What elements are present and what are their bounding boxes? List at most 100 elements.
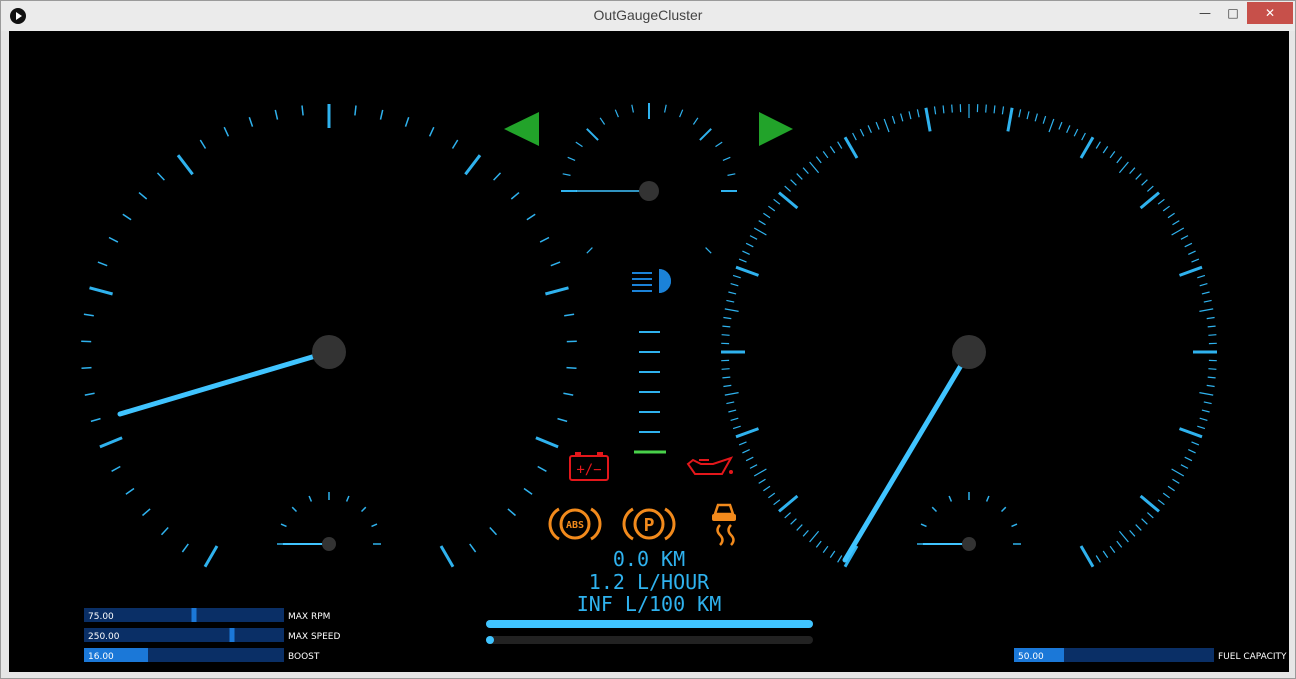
speedo-minor-tick <box>723 316 732 320</box>
speedo-minor-tick <box>1141 518 1148 525</box>
speedo-minor-tick <box>1048 118 1055 133</box>
speedo-minor-tick <box>1135 524 1142 531</box>
slider-fuel-capacity[interactable]: 50.00 FUEL CAPACITY <box>1014 648 1287 662</box>
left-sub-gauge-hub <box>322 537 336 551</box>
slider-max-speed-thumb[interactable] <box>229 628 235 642</box>
tach-minor-tick <box>90 417 101 423</box>
speedo-minor-tick <box>742 449 750 454</box>
close-button[interactable]: ✕ <box>1247 2 1293 24</box>
speedo-minor-tick <box>1208 334 1217 336</box>
parking-text: P <box>644 515 655 536</box>
tach-minor-tick <box>181 543 189 553</box>
speedo-minor-tick <box>1095 141 1101 149</box>
center-gauge-tick <box>599 117 606 125</box>
maximize-button[interactable]: □ <box>1220 2 1246 24</box>
tach-minor-tick <box>301 105 304 116</box>
tach-minor-tick <box>156 172 165 181</box>
speedo-minor-tick <box>985 104 987 113</box>
parking-brake-icon: P <box>622 507 676 541</box>
speedo-major-tick <box>735 265 760 277</box>
speedo-minor-tick <box>1109 151 1116 159</box>
speedo-minor-tick <box>1208 368 1217 370</box>
tach-minor-tick <box>404 116 410 127</box>
speedo-minor-tick <box>763 485 771 492</box>
sub-gauge-tick <box>1000 506 1007 513</box>
sub-gauge-tick <box>360 506 367 513</box>
tach-minor-tick <box>469 543 477 553</box>
center-gauge-tick <box>664 104 667 113</box>
app-window: OutGaugeCluster — □ ✕ +/− ABS P 0.0 KM 1… <box>0 0 1296 679</box>
tach-major-tick <box>203 545 219 568</box>
speedo-minor-tick <box>732 425 741 430</box>
tach-major-tick <box>464 154 482 176</box>
slider-boost-value: 16.00 <box>88 652 114 662</box>
center-gauge-tick <box>727 173 736 176</box>
speedo-minor-tick <box>900 113 904 122</box>
right-sub-gauge-hub <box>962 537 976 551</box>
speedo-minor-tick <box>875 121 880 130</box>
slider-fuel-capacity-label: FUEL CAPACITY <box>1218 652 1287 662</box>
speedo-minor-tick <box>1058 121 1063 130</box>
speedo-minor-tick <box>722 376 731 379</box>
speedo-minor-tick <box>784 185 792 192</box>
center-bar-bottom-track <box>486 636 813 644</box>
tach-major-tick <box>545 286 569 296</box>
center-bar-bottom-fill <box>486 636 494 644</box>
speedo-minor-tick <box>829 550 836 558</box>
right-arrow-icon <box>759 112 793 146</box>
slider-max-rpm-thumb[interactable] <box>191 608 197 622</box>
speedo-minor-tick <box>1184 456 1193 462</box>
tach-minor-tick <box>539 236 550 243</box>
center-gauge-tick <box>699 128 712 141</box>
speedo-minor-tick <box>1118 161 1129 174</box>
tach-minor-tick <box>97 261 108 267</box>
speedo-minor-tick <box>1167 212 1175 219</box>
speedo-minor-tick <box>1042 115 1047 124</box>
speedo-major-tick <box>1006 107 1014 132</box>
speedo-minor-tick <box>1095 555 1101 563</box>
speedo-minor-tick <box>809 530 820 543</box>
title-bar[interactable]: OutGaugeCluster — □ ✕ <box>1 1 1295 31</box>
minimize-button[interactable]: — <box>1191 2 1219 24</box>
speedo-minor-tick <box>1199 283 1208 287</box>
speedo-minor-tick <box>802 529 809 537</box>
speedo-major-tick <box>1139 494 1160 513</box>
tach-minor-tick <box>138 192 148 200</box>
speedo-minor-tick <box>721 334 730 336</box>
abs-text: ABS <box>566 520 584 531</box>
speedometer-hub <box>952 335 986 369</box>
traction-control-icon <box>712 503 736 546</box>
tach-minor-tick <box>537 465 547 472</box>
tach-minor-tick <box>108 236 119 243</box>
tach-minor-tick <box>493 172 502 181</box>
speedo-minor-tick <box>1180 464 1189 469</box>
slider-boost[interactable]: 16.00 BOOST <box>84 648 320 662</box>
center-gauge-tick <box>575 141 583 148</box>
speedo-major-tick <box>778 494 799 513</box>
speedo-minor-tick <box>837 555 843 563</box>
battery-text: +/− <box>576 462 601 478</box>
center-gauge-tick <box>614 109 619 118</box>
sub-gauge-tick <box>1011 523 1018 528</box>
speedo-minor-tick <box>1203 299 1212 303</box>
speedo-minor-tick <box>796 524 803 531</box>
speedo-minor-tick <box>763 212 771 219</box>
speedo-minor-tick <box>1146 512 1154 519</box>
speedo-minor-tick <box>1197 274 1206 279</box>
speedo-minor-tick <box>1191 258 1200 263</box>
speedo-minor-tick <box>753 227 767 236</box>
speedo-minor-tick <box>724 308 739 312</box>
center-gauge-tick <box>679 109 684 118</box>
slider-max-rpm[interactable]: 75.00 MAX RPM <box>84 608 330 622</box>
slider-max-speed[interactable]: 250.00 MAX SPEED <box>84 628 340 642</box>
speedo-minor-tick <box>829 146 836 154</box>
speedo-minor-tick <box>773 499 781 506</box>
tach-minor-tick <box>557 417 568 423</box>
speedo-major-tick <box>1139 191 1160 210</box>
sub-gauge-tick <box>948 495 953 502</box>
speedo-minor-tick <box>1171 468 1185 477</box>
sub-gauge-tick <box>985 495 990 502</box>
speedo-major-tick <box>1178 265 1203 277</box>
speedo-minor-tick <box>1206 316 1215 320</box>
speedo-major-tick <box>924 107 932 132</box>
